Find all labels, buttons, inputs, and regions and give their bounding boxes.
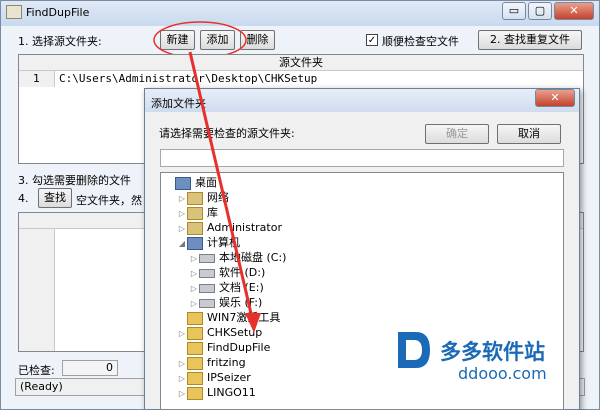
watermark-brand: 多多软件站 — [440, 340, 545, 364]
watermark-logo-icon — [394, 328, 434, 372]
watermark-url: ddooo.com — [458, 364, 547, 383]
